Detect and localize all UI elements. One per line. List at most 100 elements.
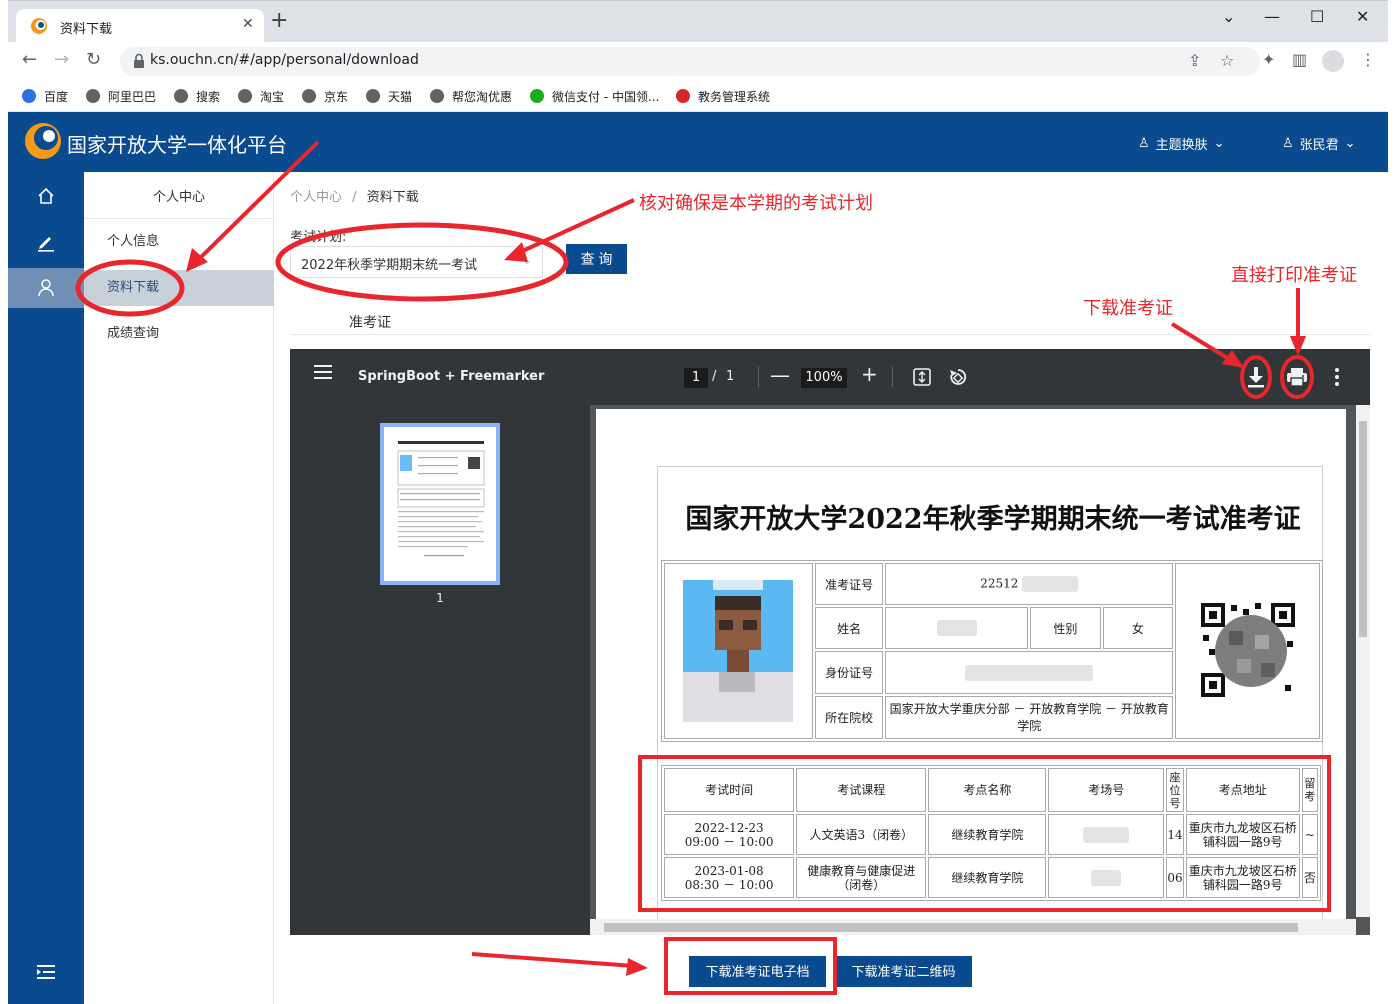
- pdf-page-input[interactable]: 1: [684, 368, 708, 388]
- submenu-title: 个人中心: [152, 190, 205, 205]
- share-icon[interactable]: ⇪: [1188, 52, 1201, 70]
- pdf-toolbar: SpringBoot + Freemarker 1 / 1 — 100% +: [290, 349, 1370, 405]
- bookmark-search[interactable]: 搜索: [174, 86, 220, 106]
- zoom-level-input[interactable]: 100%: [801, 368, 847, 388]
- minimize-icon[interactable]: —: [1264, 7, 1280, 27]
- value-gender: 女: [1102, 607, 1174, 650]
- more-options-icon[interactable]: [1332, 366, 1342, 388]
- edu-system-icon: [676, 89, 690, 103]
- bookmark-alibaba[interactable]: 阿里巴巴: [86, 86, 156, 106]
- browser-tab-strip: 资料下载 ✕ + ⌄ — ☐ ✕: [8, 0, 1388, 43]
- label-id-no: 身份证号: [814, 651, 884, 694]
- photo-cell: [664, 563, 813, 739]
- bookmark-baidu[interactable]: 百度: [22, 86, 68, 106]
- submenu-item-download[interactable]: 资料下载: [84, 270, 274, 306]
- divider: [84, 218, 274, 219]
- vertical-scrollbar[interactable]: [1356, 405, 1370, 917]
- theme-switch-button[interactable]: ♙ 主题换肤 ⌄: [1138, 134, 1225, 153]
- rail-item-personal[interactable]: [8, 268, 84, 308]
- url-text: ks.ouchn.cn/#/app/personal/download: [150, 52, 419, 68]
- bookmark-edu-system[interactable]: 教务管理系统: [676, 86, 770, 106]
- rail-item-edit[interactable]: [8, 222, 84, 262]
- new-tab-icon[interactable]: +: [270, 10, 288, 32]
- qr-cell: [1175, 563, 1320, 739]
- breadcrumb-sep: /: [352, 190, 357, 205]
- personal-submenu: 个人中心 个人信息 资料下载 成绩查询: [84, 172, 274, 1004]
- address-bar[interactable]: ks.ouchn.cn/#/app/personal/download ⇪ ☆: [120, 47, 1260, 76]
- rail-collapse[interactable]: [8, 952, 84, 992]
- download-icon[interactable]: [1246, 366, 1266, 388]
- print-icon[interactable]: [1286, 367, 1308, 387]
- highlight-box-exam-table: [638, 755, 1331, 912]
- maximize-icon[interactable]: ☐: [1310, 7, 1324, 27]
- back-icon[interactable]: ←: [22, 50, 37, 70]
- chevron-down-icon: ⌄: [1213, 136, 1225, 151]
- user-icon: [38, 279, 54, 297]
- wechat-icon: [530, 89, 544, 103]
- rotate-icon[interactable]: [948, 367, 968, 387]
- extensions-icon[interactable]: ✦: [1262, 51, 1275, 69]
- query-button[interactable]: 查 询: [566, 244, 627, 274]
- bookmark-tmall[interactable]: 天猫: [366, 86, 412, 106]
- thumbnail-preview: [397, 441, 485, 557]
- pdf-thumbnail-sidebar: 1: [290, 405, 590, 935]
- value-name: [885, 607, 1029, 650]
- bookmark-deals[interactable]: 帮您淘优惠: [430, 86, 512, 106]
- pdf-page-separator: /: [712, 369, 717, 384]
- download-qr-button[interactable]: 下载准考证二维码: [835, 956, 972, 987]
- collapse-menu-icon: [37, 965, 55, 979]
- star-icon[interactable]: ☆: [1220, 52, 1234, 70]
- browser-tab[interactable]: 资料下载 ✕: [16, 9, 264, 43]
- baidu-icon: [22, 89, 36, 103]
- fit-page-icon[interactable]: [913, 368, 931, 386]
- tab-close-icon[interactable]: ✕: [242, 16, 254, 32]
- reload-icon[interactable]: ↻: [86, 50, 101, 70]
- horizontal-scrollbar[interactable]: [590, 919, 1356, 935]
- globe-icon: [174, 89, 188, 103]
- globe-icon: [366, 89, 380, 103]
- ouchn-logo-icon: [25, 123, 61, 159]
- zoom-out-icon[interactable]: —: [770, 363, 790, 387]
- bookmark-taobao[interactable]: 淘宝: [238, 86, 284, 106]
- home-icon: [38, 187, 54, 204]
- scrollbar-thumb[interactable]: [1359, 421, 1367, 637]
- close-window-icon[interactable]: ✕: [1356, 7, 1369, 27]
- student-info-table: 准考证号 22512 姓名 性别 女 身份证号 所在院校 国家开放大学重庆分部 …: [661, 560, 1323, 742]
- chevron-down-icon[interactable]: ⌄: [1222, 7, 1235, 27]
- value-id-no: [885, 651, 1174, 694]
- globe-icon: [238, 89, 252, 103]
- lock-icon: [134, 53, 144, 68]
- edit-icon: [38, 237, 54, 252]
- breadcrumb-root[interactable]: 个人中心: [290, 190, 342, 205]
- annotation-download-ticket: 下载准考证: [1083, 298, 1173, 319]
- divider: [290, 334, 1370, 335]
- pdf-document-title: SpringBoot + Freemarker: [358, 369, 545, 384]
- exam-plan-select[interactable]: 2022年秋季学期期末统一考试 ⌄: [290, 246, 543, 278]
- left-rail: [8, 172, 84, 1004]
- bookmark-jd[interactable]: 京东: [302, 86, 348, 106]
- rail-item-home[interactable]: [8, 176, 84, 216]
- chevron-down-icon: ⌄: [521, 253, 532, 267]
- scrollbar-thumb[interactable]: [604, 923, 1298, 932]
- annotation-check-plan: 核对确保是本学期的考试计划: [639, 193, 873, 214]
- forward-icon[interactable]: →: [54, 50, 69, 70]
- zoom-in-icon[interactable]: +: [861, 362, 878, 386]
- globe-icon: [430, 89, 444, 103]
- pdf-page-total: 1: [726, 369, 735, 384]
- redacted-block: [1022, 576, 1079, 593]
- browser-menu-icon[interactable]: ⋮: [1360, 51, 1376, 69]
- menu-icon[interactable]: [314, 365, 332, 379]
- profile-avatar[interactable]: [1322, 50, 1344, 72]
- submenu-item-scores[interactable]: 成绩查询: [84, 316, 274, 352]
- site-favicon-icon: [31, 18, 47, 34]
- user-menu-button[interactable]: ♙ 张民君 ⌄: [1282, 134, 1356, 153]
- app-header: 国家开放大学一体化平台 ♙ 主题换肤 ⌄ ♙ 张民君 ⌄: [8, 112, 1388, 172]
- page-thumbnail[interactable]: [380, 423, 500, 585]
- section-title: 准考证: [349, 315, 391, 331]
- label-gender: 性别: [1030, 607, 1101, 650]
- side-panel-icon[interactable]: ▥: [1292, 51, 1307, 69]
- bookmark-wechat-pay[interactable]: 微信支付 - 中国领...: [530, 86, 659, 106]
- redacted-block: [965, 664, 1094, 681]
- thumbnail-page-number: 1: [436, 591, 444, 605]
- submenu-item-profile[interactable]: 个人信息: [84, 224, 274, 260]
